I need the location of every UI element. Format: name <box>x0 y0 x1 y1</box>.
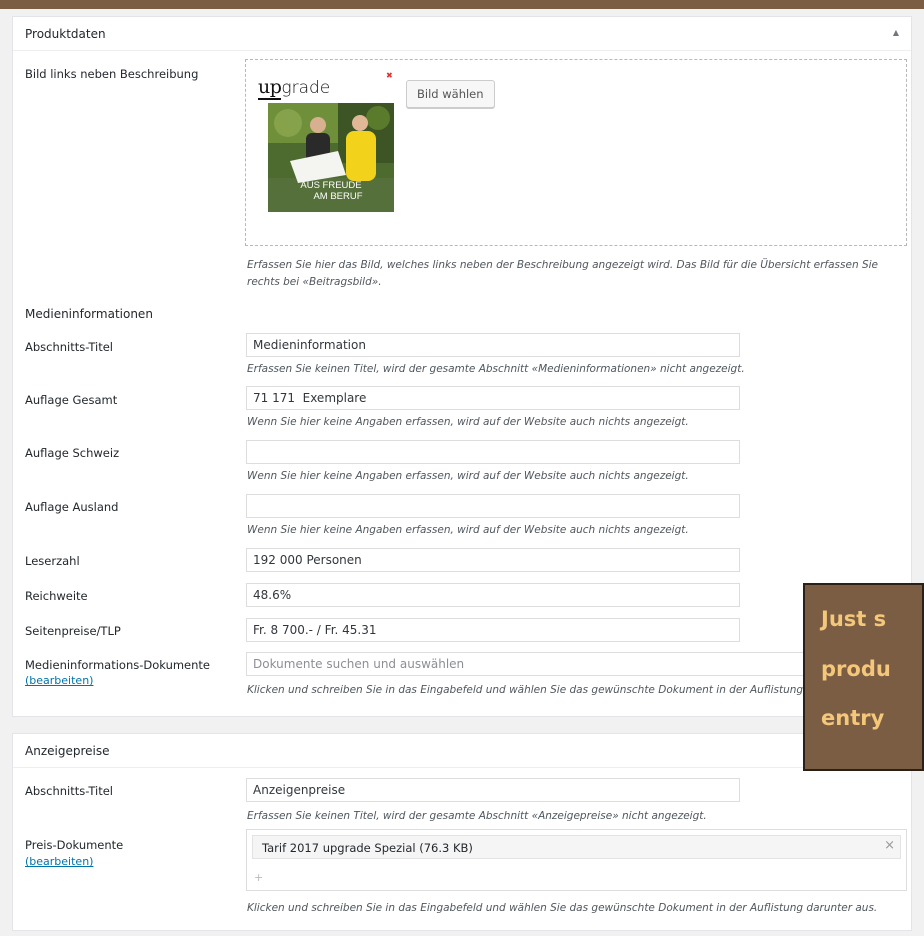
panel-title: Anzeigepreise <box>25 744 110 758</box>
overlay-line-1: Just s <box>821 607 887 631</box>
help-auflage-gesamt: Wenn Sie hier keine Angaben erfassen, wi… <box>247 416 689 428</box>
product-data-panel: Produktdaten ▲ Bild links neben Beschrei… <box>12 16 912 717</box>
logo-text-grade: grade <box>281 78 331 98</box>
cover-photo: AUS FREUDE AM BERUF <box>268 103 394 212</box>
choose-image-button[interactable]: Bild wählen <box>406 80 495 108</box>
label-reichweite: Reichweite <box>25 589 88 603</box>
leserzahl-input[interactable] <box>246 548 740 572</box>
label-auflage-ausland: Auflage Ausland <box>25 500 119 514</box>
image-drop-area[interactable]: upgrade ✖ AUS FREUDE AM BERUF Bild wähle… <box>245 59 907 246</box>
edit-link-medien-dokumente[interactable]: (bearbeiten) <box>25 674 93 687</box>
image-field-label: Bild links neben Beschreibung <box>25 67 199 81</box>
help-medien-dokumente: Klicken und schreiben Sie in das Eingabe… <box>247 684 878 696</box>
ads-abschnitts-titel-input[interactable] <box>246 778 740 802</box>
label-auflage-schweiz: Auflage Schweiz <box>25 446 120 460</box>
seitenpreise-input[interactable] <box>246 618 740 642</box>
promo-overlay: Just s produ entry <box>803 583 924 771</box>
auflage-gesamt-input[interactable] <box>246 386 740 410</box>
logo-text-up: up <box>258 76 282 100</box>
overlay-line-2: produ <box>821 657 891 681</box>
label-ads-abschnitts-titel: Abschnitts-Titel <box>25 784 114 798</box>
collapse-arrow-icon[interactable]: ▲ <box>893 28 899 37</box>
document-name: Tarif 2017 upgrade Spezial (76.3 KB) <box>262 841 473 855</box>
reichweite-input[interactable] <box>246 583 740 607</box>
label-preis-dokumente: Preis-Dokumente <box>25 838 124 852</box>
label-leserzahl: Leserzahl <box>25 554 80 568</box>
upgrade-logo: upgrade <box>258 76 331 100</box>
label-auflage-gesamt: Auflage Gesamt <box>25 393 118 407</box>
add-document-icon[interactable]: + <box>254 871 263 884</box>
help-preis-dokumente: Klicken und schreiben Sie in das Eingabe… <box>247 902 878 914</box>
label-abschnitts-titel: Abschnitts-Titel <box>25 340 114 354</box>
remove-document-icon[interactable]: × <box>884 838 895 853</box>
image-help-line-2: rechts bei «Beitragsbild». <box>247 276 382 288</box>
label-seitenpreise: Seitenpreise/TLP <box>25 624 121 638</box>
image-help-line-1: Erfassen Sie hier das Bild, welches link… <box>247 259 878 271</box>
label-medien-dokumente: Medieninformations-Dokumente <box>25 658 211 672</box>
panel-header[interactable]: Produktdaten ▲ <box>13 17 911 51</box>
preis-dokumente-box[interactable]: Tarif 2017 upgrade Spezial (76.3 KB) × + <box>246 829 907 891</box>
overlay-line-3: entry <box>821 706 885 730</box>
help-auflage-ausland: Wenn Sie hier keine Angaben erfassen, wi… <box>247 524 689 536</box>
abschnitts-titel-input[interactable] <box>246 333 740 357</box>
auflage-ausland-input[interactable] <box>246 494 740 518</box>
document-tag: Tarif 2017 upgrade Spezial (76.3 KB) × <box>252 835 901 859</box>
auflage-schweiz-input[interactable] <box>246 440 740 464</box>
cover-text-1: AUS FREUDE <box>300 180 361 191</box>
section-title-medieninformationen: Medieninformationen <box>25 307 153 321</box>
ad-prices-panel: Anzeigepreise Abschnitts-Titel Erfassen … <box>12 733 912 931</box>
cover-text-2: AM BERUF <box>313 191 362 202</box>
edit-link-preis-dokumente[interactable]: (bearbeiten) <box>25 855 93 868</box>
help-auflage-schweiz: Wenn Sie hier keine Angaben erfassen, wi… <box>247 470 689 482</box>
panel-header[interactable]: Anzeigepreise <box>13 734 911 768</box>
help-ads-abschnitts-titel: Erfassen Sie keinen Titel, wird der gesa… <box>247 810 707 822</box>
top-brown-bar <box>0 0 924 9</box>
remove-image-icon[interactable]: ✖ <box>386 71 393 80</box>
help-abschnitts-titel: Erfassen Sie keinen Titel, wird der gesa… <box>247 363 745 375</box>
panel-title: Produktdaten <box>25 27 106 41</box>
